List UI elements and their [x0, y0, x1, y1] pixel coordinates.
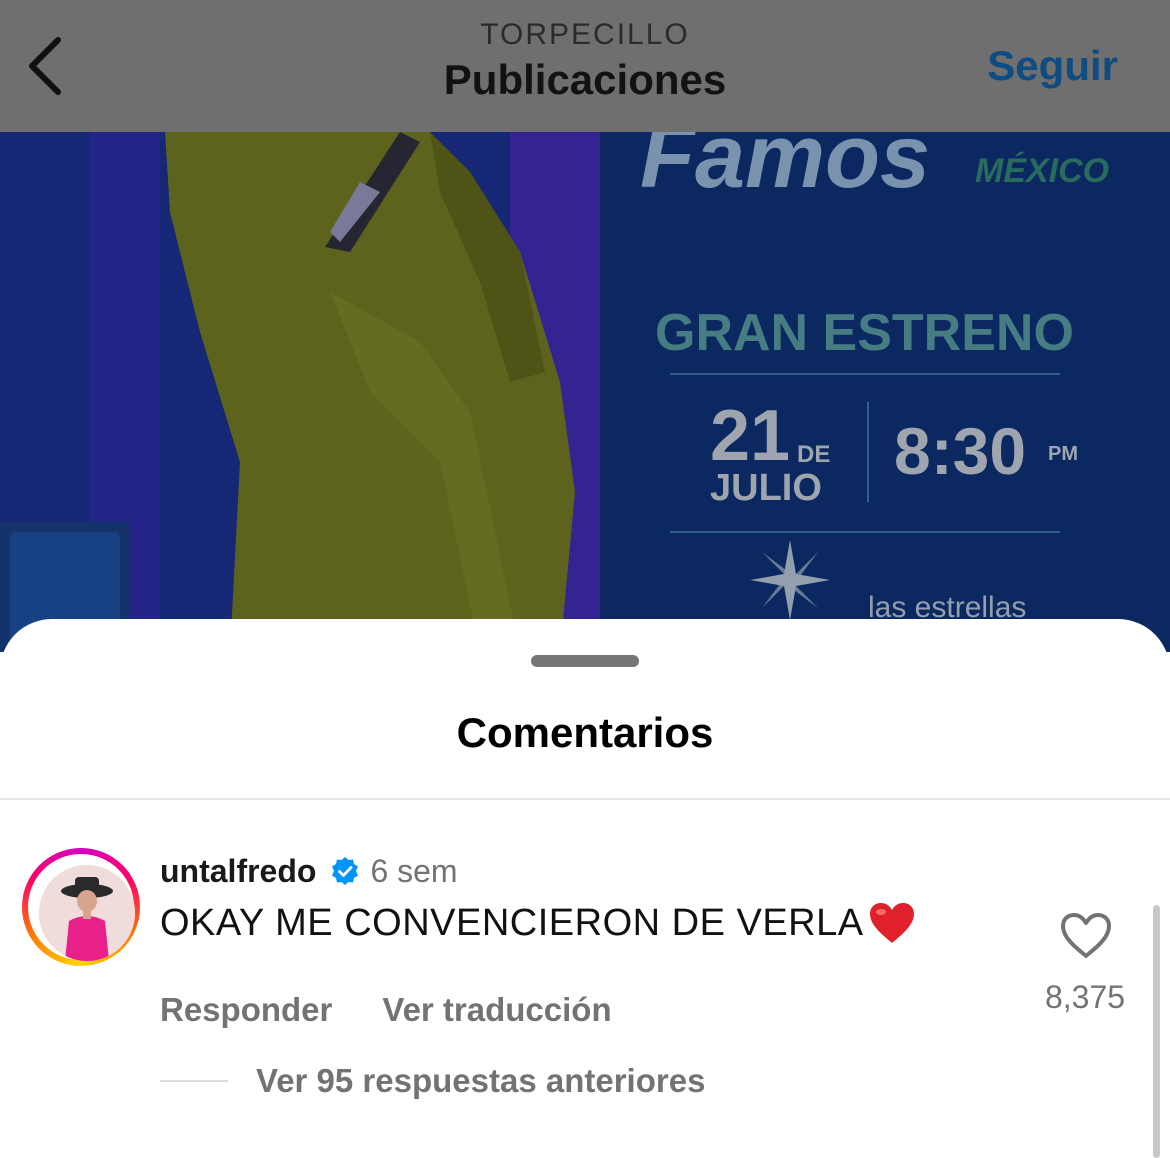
sheet-grabber[interactable] — [531, 655, 639, 667]
like-count: 8,375 — [1044, 979, 1126, 1015]
view-replies-label: Ver 95 respuestas anteriores — [256, 1062, 706, 1099]
view-replies-button[interactable]: Ver 95 respuestas anteriores — [160, 1059, 705, 1103]
replies-divider-line — [160, 1080, 228, 1082]
comment-text: OKAY ME CONVENCIERON DE VERLA — [160, 901, 916, 945]
verified-badge-icon — [332, 857, 359, 885]
scrollbar[interactable] — [1153, 905, 1160, 1158]
red-heart-emoji-icon — [869, 903, 914, 943]
top-nav-bar: TORPECILLO Publicaciones Seguir — [0, 0, 1170, 132]
follow-button[interactable]: Seguir — [987, 42, 1118, 90]
translate-button[interactable]: Ver traducción — [382, 991, 611, 1029]
sheet-divider — [0, 798, 1170, 800]
comments-sheet: Comentarios untalfredo 6 sem OKAY ME CON… — [0, 619, 1170, 1158]
heart-outline-icon — [1061, 913, 1111, 958]
reply-button[interactable]: Responder — [160, 991, 332, 1029]
post-image[interactable]: Famos MÉXICO GRAN ESTRENO 21 DE JULIO 8:… — [0, 132, 1170, 652]
avatar[interactable] — [22, 848, 140, 966]
avatar-image — [39, 865, 135, 961]
post-poster: Famos MÉXICO GRAN ESTRENO 21 DE JULIO 8:… — [0, 132, 1170, 652]
sheet-title: Comentarios — [456, 709, 714, 756]
like-button[interactable] — [1059, 911, 1113, 961]
comment-username[interactable]: untalfredo — [160, 853, 316, 890]
comment-time: 6 sem — [370, 852, 458, 889]
comment-body: OKAY ME CONVENCIERON DE VERLA — [160, 901, 864, 944]
